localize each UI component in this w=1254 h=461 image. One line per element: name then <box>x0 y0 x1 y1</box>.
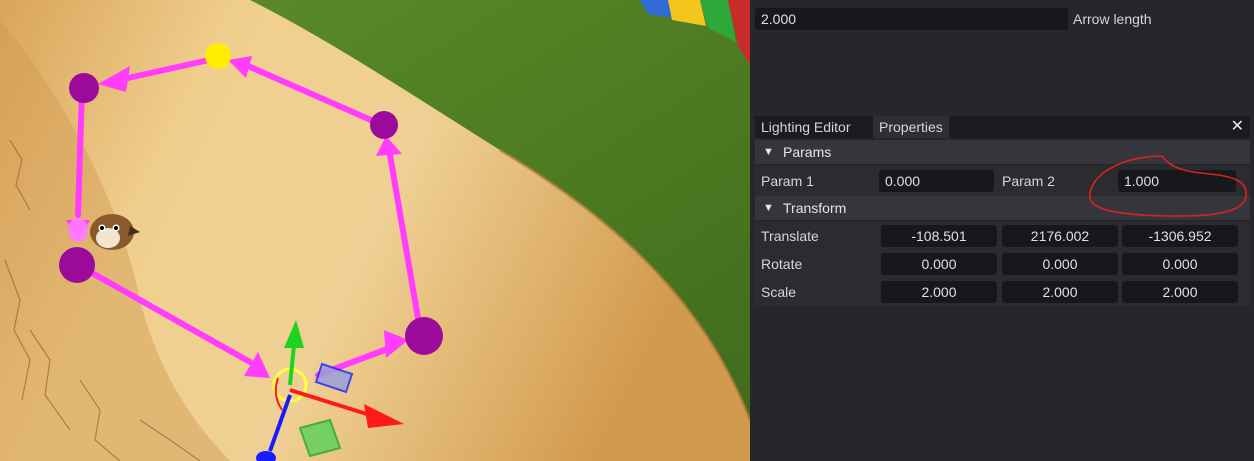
tab-lighting-editor[interactable]: Lighting Editor <box>755 116 857 138</box>
rotate-y-field[interactable]: 0.000 <box>1002 253 1118 275</box>
translate-z-field[interactable]: -1306.952 <box>1122 225 1238 247</box>
arrow-length-field[interactable]: 2.000 <box>755 8 1068 30</box>
path-node[interactable] <box>59 247 95 283</box>
translate-x-field[interactable]: -108.501 <box>881 225 997 247</box>
annotation-circle <box>1089 155 1247 217</box>
scale-z-field[interactable]: 2.000 <box>1122 281 1238 303</box>
scene-viewport[interactable] <box>0 0 750 461</box>
param1-label: Param 1 <box>761 173 814 189</box>
translate-y-field[interactable]: 2176.002 <box>1002 225 1118 247</box>
tab-properties[interactable]: Properties <box>873 116 949 138</box>
transform-section-title: Transform <box>783 200 847 216</box>
scale-label: Scale <box>761 284 797 300</box>
collapse-arrow-icon: ▼ <box>763 146 774 158</box>
rotate-label: Rotate <box>761 256 803 272</box>
scale-x-field[interactable]: 2.000 <box>881 281 997 303</box>
param1-field[interactable]: 0.000 <box>879 170 994 192</box>
path-node[interactable] <box>69 73 99 103</box>
properties-panel: 2.000 Arrow length Lighting Editor Prope… <box>750 0 1254 461</box>
params-section-title: Params <box>783 144 832 160</box>
param2-label: Param 2 <box>1002 173 1055 189</box>
close-icon[interactable]: ✕ <box>1231 116 1244 138</box>
rotate-z-field[interactable]: 0.000 <box>1122 253 1238 275</box>
scale-y-field[interactable]: 2.000 <box>1002 281 1118 303</box>
path-node-start[interactable] <box>205 43 231 69</box>
scene-canvas[interactable] <box>0 0 750 461</box>
collapse-arrow-icon: ▼ <box>763 202 774 214</box>
panel-tab-bar: Lighting Editor Properties ✕ <box>755 116 1250 138</box>
path-node[interactable] <box>370 111 398 139</box>
translate-label: Translate <box>761 228 819 244</box>
rotate-x-field[interactable]: 0.000 <box>881 253 997 275</box>
arrow-length-label: Arrow length <box>1073 11 1152 27</box>
path-node[interactable] <box>405 317 443 355</box>
